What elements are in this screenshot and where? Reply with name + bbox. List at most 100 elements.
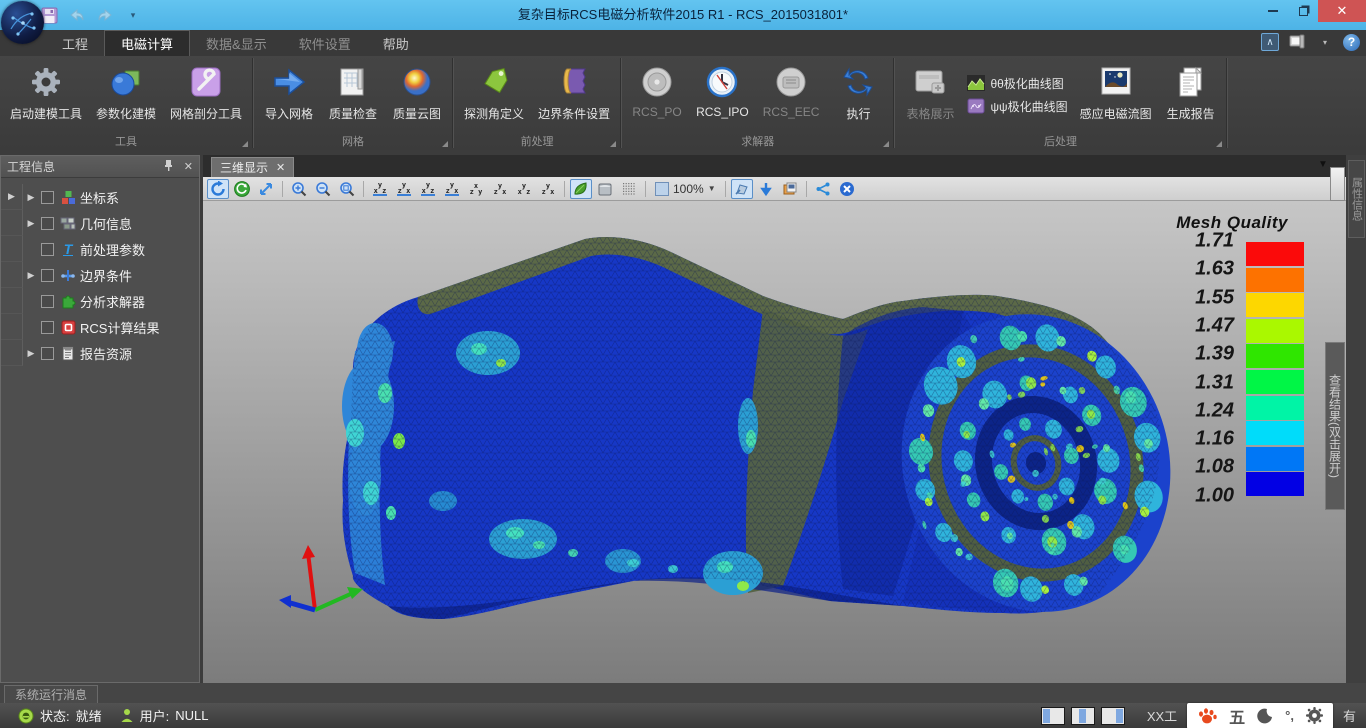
tree-checkbox[interactable]	[41, 269, 54, 282]
menu-tab[interactable]: 软件设置	[283, 30, 367, 56]
ime-moon-icon[interactable]	[1257, 708, 1273, 724]
preprocess-icon: T	[58, 242, 78, 257]
pick-icon	[734, 181, 750, 197]
tree-checkbox[interactable]	[41, 243, 54, 256]
ime-toolbar[interactable]: 五 °,	[1187, 703, 1333, 728]
tree-checkbox[interactable]	[41, 321, 54, 334]
expand-arrow-icon[interactable]: ▶	[23, 348, 39, 359]
ribbon-button[interactable]: 质量云图	[386, 59, 448, 131]
ribbon-button[interactable]: ψψ极化曲线图	[967, 98, 1067, 115]
group-expand-icon[interactable]	[610, 141, 616, 147]
status-ready-icon	[18, 708, 34, 724]
tree-item[interactable]: RCS计算结果	[1, 314, 199, 340]
title-bar: ▾ 复杂目标RCS电磁分析软件2015 R1 - RCS_2015031801*…	[0, 0, 1366, 30]
ribbon-button[interactable]: RCS_IPO	[690, 59, 755, 131]
group-expand-icon[interactable]	[883, 141, 889, 147]
help-icon[interactable]: ?	[1343, 34, 1360, 51]
ribbon-button[interactable]: 探测角定义	[458, 59, 530, 131]
pin-icon[interactable]	[163, 159, 174, 175]
view-orientation-button[interactable]: yz x	[441, 179, 463, 199]
group-expand-icon[interactable]	[1216, 141, 1222, 147]
tree-item[interactable]: 分析求解器	[1, 288, 199, 314]
tree-item[interactable]: T前处理参数	[1, 236, 199, 262]
group-expand-icon[interactable]	[242, 141, 248, 147]
view-orientation-button[interactable]: yx z	[369, 179, 391, 199]
tab-3d-display[interactable]: 三维显示 ✕	[211, 157, 294, 177]
menu-tab[interactable]: 数据&显示	[190, 30, 283, 56]
group-expand-icon[interactable]	[442, 141, 448, 147]
ribbon-button[interactable]: 执行	[827, 59, 889, 131]
view-orientation-button[interactable]: yx z	[513, 179, 535, 199]
close-view-tab-icon[interactable]: ✕	[276, 161, 285, 174]
ribbon-button[interactable]: 边界条件设置	[532, 59, 616, 131]
pick-button[interactable]	[731, 179, 753, 199]
expand-arrow-icon[interactable]: ▶	[23, 192, 39, 203]
shaded-button[interactable]	[594, 179, 616, 199]
ime-mode-char[interactable]: 五	[1229, 704, 1245, 728]
collapse-ribbon-icon[interactable]: ∧	[1261, 33, 1279, 51]
menu-tab[interactable]: 电磁计算	[104, 30, 190, 56]
leaf-icon	[573, 181, 589, 197]
display-dropdown-icon[interactable]: ▾	[1315, 32, 1335, 52]
rotate-button[interactable]	[207, 179, 229, 199]
ribbon-button[interactable]: 启动建模工具	[4, 59, 88, 131]
ime-logo-paw-icon[interactable]	[1197, 707, 1217, 725]
menu-tab[interactable]: 帮助	[367, 30, 425, 56]
viewport-3d[interactable]: Mesh Quality 1.711.631.551.471.391.311.2…	[203, 201, 1346, 683]
layout-center-icon[interactable]	[1071, 707, 1095, 725]
ribbon-button[interactable]: 生成报告	[1160, 59, 1222, 131]
share-button[interactable]	[812, 179, 834, 199]
orbit-button[interactable]	[231, 179, 253, 199]
view-orientation-button[interactable]: yz x	[489, 179, 511, 199]
expand-arrow-icon[interactable]: ▶	[23, 270, 39, 281]
tree-item[interactable]: ▶▶坐标系	[1, 184, 199, 210]
capture-button[interactable]	[779, 179, 801, 199]
ribbon-button[interactable]: 网格剖分工具	[164, 59, 248, 131]
ribbon-button[interactable]: 导入网格	[258, 59, 320, 131]
close-panel-icon[interactable]: ✕	[184, 160, 193, 173]
tab-list-dropdown-icon[interactable]: ▼	[1318, 159, 1328, 170]
leaf-button[interactable]	[570, 179, 592, 199]
ribbon-button[interactable]: 质量检查	[322, 59, 384, 131]
tab-system-messages[interactable]: 系统运行消息	[4, 685, 98, 703]
right-scrollbar-thumb[interactable]	[1330, 167, 1345, 201]
layout-left-icon[interactable]	[1041, 707, 1065, 725]
tree-checkbox[interactable]	[41, 191, 54, 204]
display-mode-icon[interactable]	[1287, 32, 1307, 52]
zoom-level-control[interactable]: 100%▼	[651, 182, 720, 196]
zoom-fit-button[interactable]	[336, 179, 358, 199]
zoom-in-button[interactable]	[288, 179, 310, 199]
tree-checkbox[interactable]	[41, 295, 54, 308]
view-orientation-button[interactable]: yz x	[393, 179, 415, 199]
view-orientation-button[interactable]: yz x	[537, 179, 559, 199]
maximize-button[interactable]	[1288, 0, 1318, 22]
expand-arrow-icon[interactable]: ▶	[23, 218, 39, 229]
app-logo[interactable]	[1, 1, 44, 44]
pan-button[interactable]	[255, 179, 277, 199]
tree-checkbox[interactable]	[41, 347, 54, 360]
ribbon-button[interactable]: 感应电磁流图	[1074, 59, 1158, 131]
close-button[interactable]: ✕	[1318, 0, 1366, 22]
down-arrow-button[interactable]	[755, 179, 777, 199]
expand-arrow-icon[interactable]: ▶	[4, 191, 20, 202]
minimize-button[interactable]	[1258, 0, 1288, 22]
ime-settings-gear-icon[interactable]	[1306, 707, 1323, 724]
tree-item[interactable]: ▶边界条件	[1, 262, 199, 288]
ribbon-button[interactable]: 参数化建模	[90, 59, 162, 131]
zoom-dropdown-icon[interactable]: ▼	[708, 184, 716, 193]
wireframe-button[interactable]	[618, 179, 640, 199]
tab-properties[interactable]: 属性信息	[1348, 160, 1365, 238]
view-orientation-button[interactable]: yx z	[417, 179, 439, 199]
cancel-button[interactable]	[836, 179, 858, 199]
zoom-out-button[interactable]	[312, 179, 334, 199]
tree-item[interactable]: ▶报告资源	[1, 340, 199, 366]
view-orientation-button[interactable]: xz y	[465, 179, 487, 199]
menu-tab[interactable]: 工程	[46, 30, 104, 56]
project-panel-header: 工程信息 ✕	[1, 156, 199, 178]
ribbon-button[interactable]: θθ极化曲线图	[967, 75, 1067, 92]
ime-punct-toggle[interactable]: °,	[1285, 708, 1294, 723]
tab-view-results[interactable]: 查看结果(双击展开)	[1325, 342, 1345, 510]
layout-right-icon[interactable]	[1101, 707, 1125, 725]
tree-checkbox[interactable]	[41, 217, 54, 230]
tree-item[interactable]: ▶几何信息	[1, 210, 199, 236]
